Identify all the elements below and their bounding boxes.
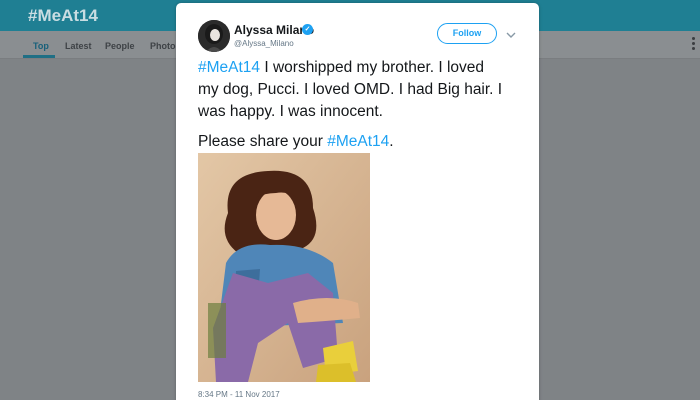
author-handle[interactable]: @Alyssa_Milano	[234, 39, 294, 48]
tweet-text-segment: .	[389, 133, 394, 150]
tweet-share-line: Please share your #MeAt14.	[198, 131, 394, 153]
tweet-text-line: was happy. I was innocent.	[198, 101, 528, 123]
follow-button[interactable]: Follow	[437, 23, 497, 44]
tweet-text: #MeAt14 I worshipped my brother. I loved…	[198, 57, 528, 123]
tab-people[interactable]: People	[105, 41, 135, 51]
tweet-modal: Alyssa Milano ✓ @Alyssa_Milano Follow #M…	[176, 3, 539, 400]
tweet-text-line: #MeAt14 I worshipped my brother. I loved	[198, 57, 528, 79]
tab-top[interactable]: Top	[33, 41, 49, 51]
tweet-text-segment: I worshipped my brother. I loved	[260, 59, 485, 76]
avatar[interactable]	[198, 20, 230, 52]
tab-latest[interactable]: Latest	[65, 41, 92, 51]
tweet-text-segment: Please share your	[198, 133, 328, 150]
tweet-timestamp[interactable]: 8:34 PM - 11 Nov 2017	[198, 390, 280, 399]
tweet-photo[interactable]	[198, 153, 370, 382]
tweet-text-segment: my dog, Pucci. I loved OMD. I had Big ha…	[198, 81, 503, 98]
hashtag-link[interactable]: #MeAt14	[327, 133, 389, 150]
more-options-icon[interactable]	[690, 37, 696, 51]
verified-badge-icon: ✓	[302, 24, 313, 35]
search-title: #MeAt14	[28, 6, 98, 25]
active-tab-indicator	[23, 55, 55, 58]
hashtag-link[interactable]: #MeAt14	[198, 59, 260, 76]
tweet-text-line: my dog, Pucci. I loved OMD. I had Big ha…	[198, 79, 528, 101]
tweet-text-segment: was happy. I was innocent.	[198, 103, 383, 120]
chevron-down-icon[interactable]	[505, 27, 517, 38]
